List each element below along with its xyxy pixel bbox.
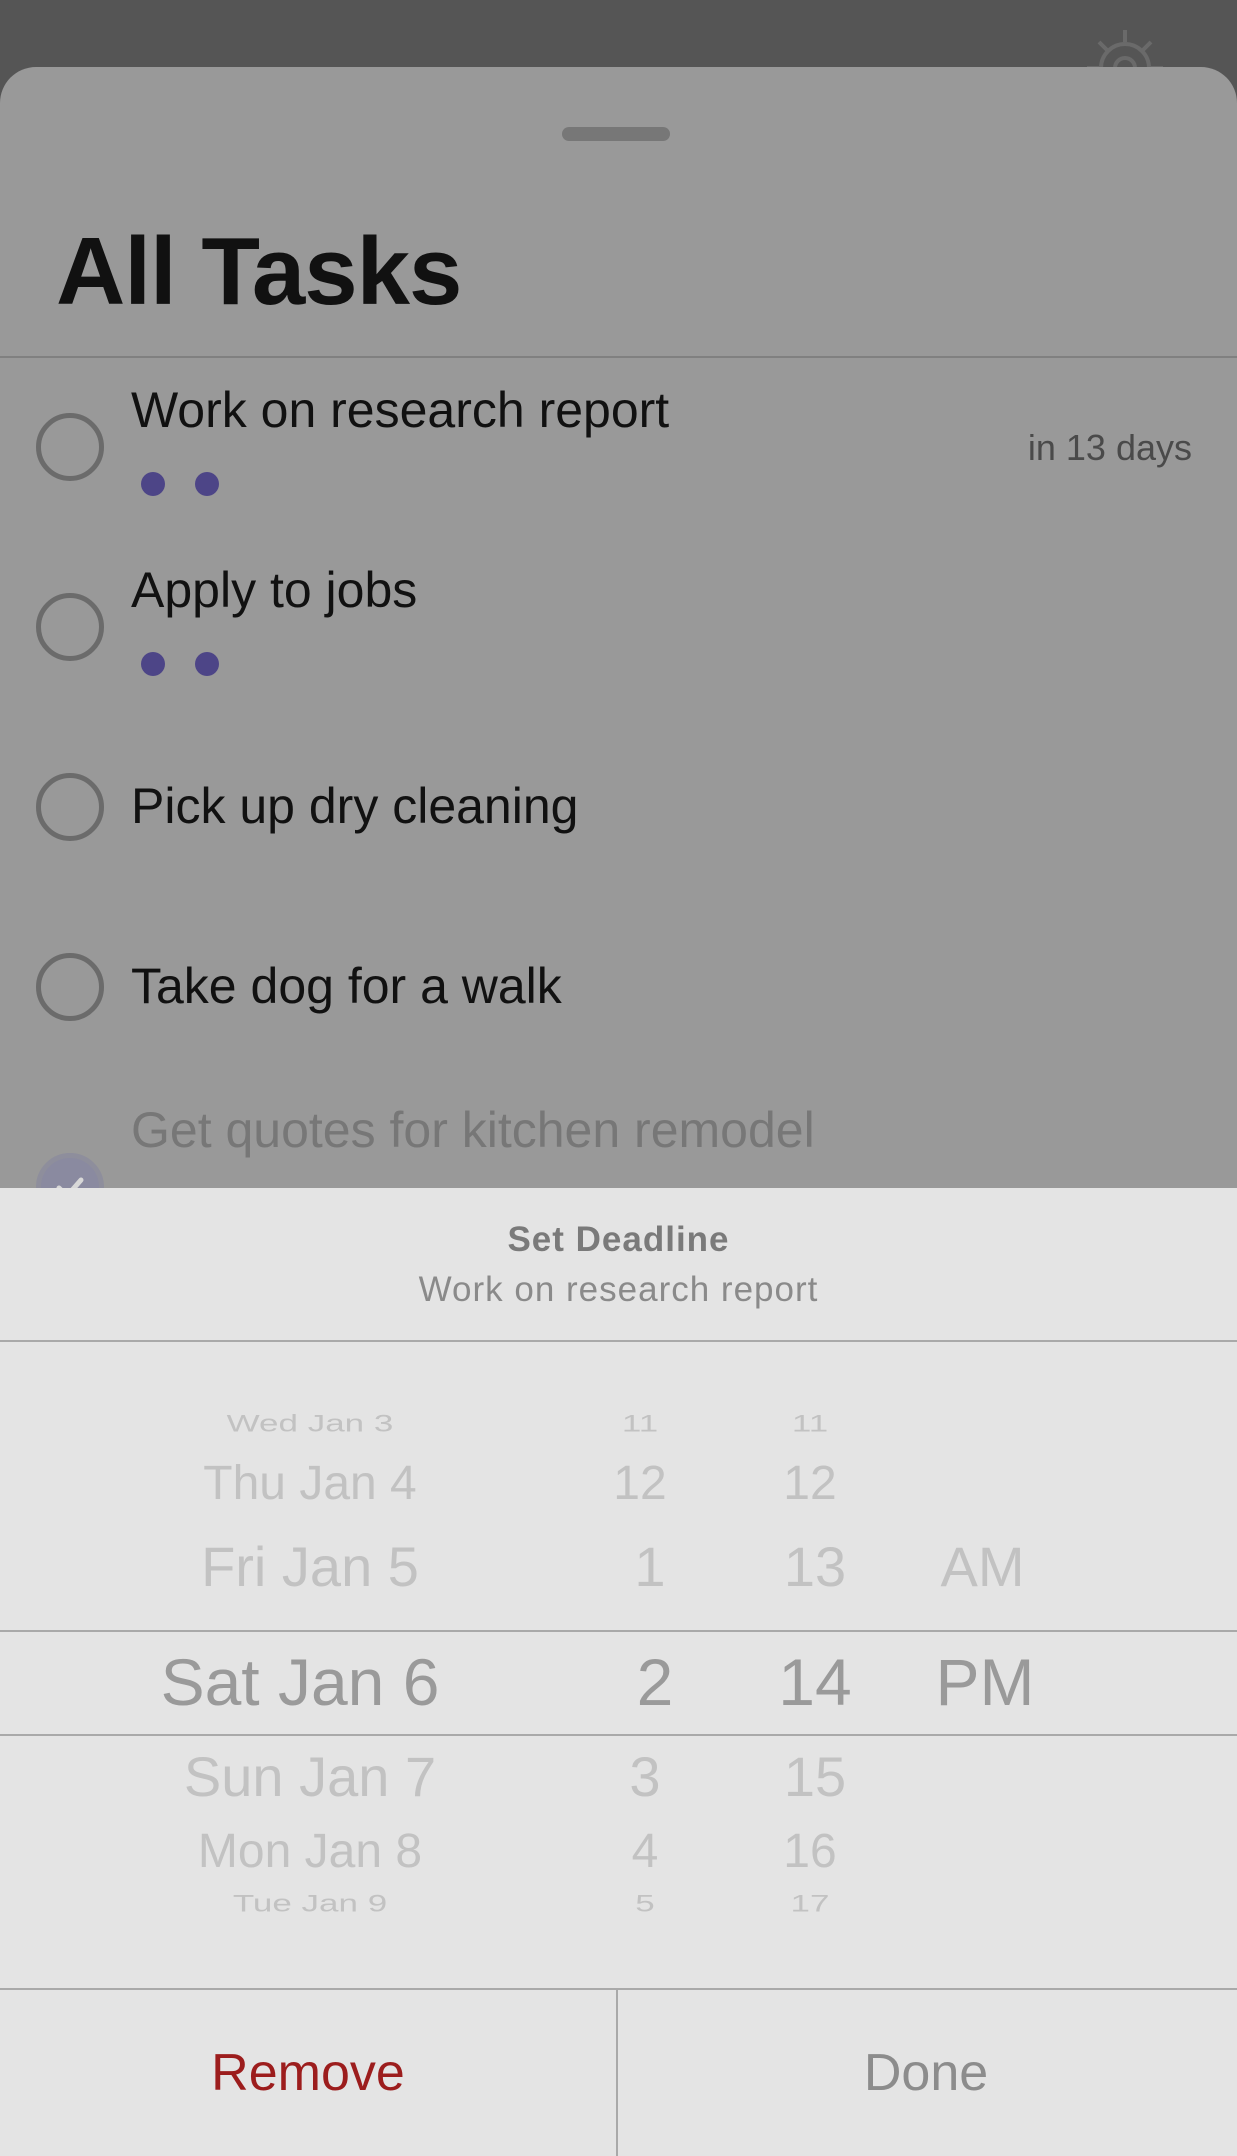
date-option[interactable]: Tue Jan 9	[190, 1890, 430, 1918]
picker-subtitle: Work on research report	[418, 1270, 819, 1309]
minute-option[interactable]: 15	[760, 1744, 870, 1809]
task-due: in 13 days	[1027, 427, 1192, 468]
date-time-picker[interactable]: Wed Jan 3 Thu Jan 4 Fri Jan 5 Sat Jan 6 …	[0, 1404, 1237, 1934]
hour-wheel[interactable]: 11 12 1 2 3 4 5	[590, 1404, 710, 1934]
hour-option-selected[interactable]: 2	[590, 1644, 720, 1720]
task-row[interactable]: Apply to jobs	[0, 547, 1237, 717]
hour-option[interactable]: 3	[590, 1744, 700, 1809]
done-button[interactable]: Done	[618, 1990, 1234, 2156]
task-tags	[141, 472, 219, 496]
picker-title: Set Deadline	[507, 1220, 730, 1259]
task-checkbox[interactable]	[36, 773, 104, 841]
date-option-selected[interactable]: Sat Jan 6	[150, 1644, 450, 1720]
task-row[interactable]: Pick up dry cleaning	[0, 727, 1237, 897]
picker-header: Set Deadline Work on research report	[0, 1188, 1237, 1340]
minute-option[interactable]: 11	[760, 1410, 860, 1438]
minute-option[interactable]: 16	[760, 1824, 860, 1879]
task-label: Apply to jobs	[131, 562, 418, 618]
tag-dot	[141, 652, 165, 676]
hour-option[interactable]: 5	[590, 1890, 700, 1918]
hour-option[interactable]: 11	[590, 1410, 690, 1438]
date-wheel[interactable]: Wed Jan 3 Thu Jan 4 Fri Jan 5 Sat Jan 6 …	[150, 1404, 450, 1934]
date-option[interactable]: Mon Jan 8	[180, 1824, 440, 1879]
hour-option[interactable]: 12	[590, 1456, 690, 1511]
minute-option[interactable]: 12	[760, 1456, 860, 1511]
task-label: Work on research report	[131, 382, 670, 438]
date-option[interactable]: Wed Jan 3	[190, 1410, 430, 1438]
hour-option[interactable]: 1	[590, 1534, 710, 1599]
divider	[0, 356, 1237, 358]
ampm-wheel[interactable]: AM PM	[925, 1404, 1045, 1934]
date-option[interactable]: Thu Jan 4	[180, 1456, 440, 1511]
task-row[interactable]: Take dog for a walk	[0, 907, 1237, 1077]
task-checkbox[interactable]	[36, 593, 104, 661]
task-tags	[141, 652, 219, 676]
remove-button[interactable]: Remove	[0, 1990, 616, 2156]
minute-wheel[interactable]: 11 12 13 14 15 16 17	[760, 1404, 880, 1934]
task-label: Get quotes for kitchen remodel	[131, 1102, 815, 1158]
ampm-option-selected[interactable]: PM	[925, 1644, 1045, 1720]
divider	[0, 1340, 1237, 1342]
tag-dot	[195, 652, 219, 676]
tag-dot	[195, 472, 219, 496]
task-row[interactable]: Work on research report in 13 days	[0, 367, 1237, 537]
sheet-grabber[interactable]	[562, 127, 670, 141]
tag-dot	[141, 472, 165, 496]
task-label: Pick up dry cleaning	[131, 778, 579, 834]
date-option[interactable]: Fri Jan 5	[180, 1534, 440, 1599]
minute-option-selected[interactable]: 14	[760, 1644, 870, 1720]
task-label: Take dog for a walk	[131, 958, 562, 1014]
minute-option[interactable]: 17	[760, 1890, 860, 1918]
task-checkbox[interactable]	[36, 413, 104, 481]
task-checkbox[interactable]	[36, 953, 104, 1021]
page-title: All Tasks	[56, 218, 462, 325]
minute-option[interactable]: 13	[760, 1534, 870, 1599]
date-option[interactable]: Sun Jan 7	[180, 1744, 440, 1809]
ampm-option[interactable]: AM	[925, 1534, 1040, 1599]
deadline-picker-panel: Set Deadline Work on research report Wed…	[0, 1188, 1237, 2156]
hour-option[interactable]: 4	[590, 1824, 700, 1879]
